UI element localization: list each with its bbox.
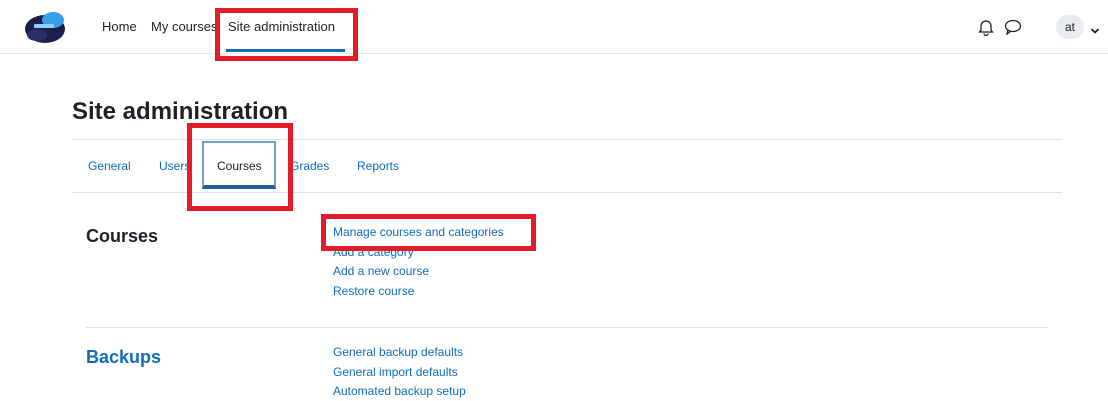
top-navbar: Home My courses Site administration at: [0, 0, 1108, 54]
nav-home-link[interactable]: Home: [102, 19, 137, 34]
speech-bubble-icon[interactable]: [1004, 19, 1022, 40]
tab-reports[interactable]: Reports: [357, 159, 399, 173]
site-logo[interactable]: [22, 10, 68, 46]
manage-courses-link[interactable]: Manage courses and categories: [333, 225, 504, 239]
bell-icon[interactable]: [978, 18, 994, 41]
restore-course-link[interactable]: Restore course: [333, 284, 414, 298]
add-category-link[interactable]: Add a category: [333, 249, 414, 259]
tabs-divider-top: [72, 139, 1062, 140]
tabs-divider-bottom: [72, 192, 1062, 193]
section-heading-backups[interactable]: Backups: [86, 347, 161, 368]
tab-courses-label: Courses: [217, 159, 262, 173]
section-heading-courses: Courses: [86, 226, 159, 246]
tab-general[interactable]: General: [88, 159, 131, 173]
add-new-course-link[interactable]: Add a new course: [333, 264, 429, 278]
automated-backup-setup-link[interactable]: Automated backup setup: [333, 384, 466, 398]
user-avatar[interactable]: at: [1056, 15, 1084, 39]
section-divider: [86, 327, 1048, 328]
tab-users[interactable]: Users: [159, 159, 190, 173]
general-backup-defaults-link[interactable]: General backup defaults: [333, 345, 463, 359]
tab-grades[interactable]: Grades: [290, 159, 329, 173]
nav-active-indicator: [226, 49, 345, 52]
nav-site-administration-link[interactable]: Site administration: [228, 19, 335, 34]
page-title: Site administration: [72, 98, 289, 125]
nav-my-courses-link[interactable]: My courses: [151, 19, 217, 34]
chevron-down-icon[interactable]: [1090, 22, 1100, 40]
general-import-defaults-link[interactable]: General import defaults: [333, 365, 458, 379]
